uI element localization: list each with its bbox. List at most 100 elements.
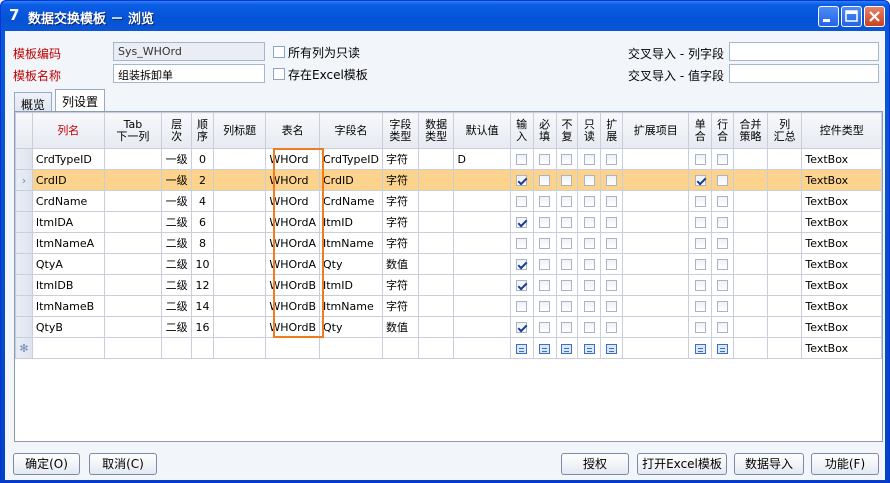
checkbox-cell[interactable] — [688, 232, 713, 254]
checkbox[interactable] — [539, 301, 551, 312]
checkbox-cell[interactable] — [509, 190, 534, 212]
field-type-cell[interactable]: 字符 — [381, 169, 419, 191]
default-value-cell[interactable] — [453, 253, 511, 275]
checkbox[interactable] — [717, 322, 729, 333]
checkbox[interactable] — [583, 259, 595, 270]
default-value-cell[interactable] — [453, 316, 511, 338]
checkbox[interactable] — [583, 238, 595, 249]
control-type-cell[interactable]: TextBox — [801, 190, 882, 212]
checkbox-cell[interactable] — [577, 148, 602, 170]
checkbox[interactable] — [606, 196, 618, 207]
checkbox[interactable] — [717, 238, 729, 249]
checkbox-cell[interactable] — [532, 295, 557, 317]
checkbox[interactable] — [606, 280, 618, 291]
data-import-button[interactable]: 数据导入 — [734, 453, 804, 475]
merge-strategy-cell[interactable] — [733, 169, 768, 191]
number-edit-icon[interactable] — [516, 343, 528, 354]
column-header[interactable]: 扩 展 — [600, 112, 624, 149]
checkbox[interactable] — [539, 154, 551, 165]
tab-overview[interactable]: 概览 — [14, 92, 53, 112]
column-header[interactable]: 列名 — [31, 112, 105, 149]
row-indicator[interactable] — [15, 190, 33, 212]
column-title-cell[interactable] — [213, 316, 267, 338]
default-value-cell[interactable] — [453, 211, 511, 233]
order-cell[interactable]: 0 — [191, 148, 215, 170]
empty-cell[interactable] — [381, 337, 419, 359]
table-row[interactable]: QtyB 二级 16 WHOrdB Qty 数值 TextBox — [15, 316, 882, 338]
field-name-cell[interactable]: Qty — [319, 316, 383, 338]
number-edit-icon[interactable] — [717, 343, 729, 354]
empty-cell[interactable]: TextBox — [801, 337, 882, 359]
numeric-button-cell[interactable] — [509, 337, 534, 359]
column-sum-cell[interactable] — [766, 274, 803, 296]
table-name-cell[interactable]: WHOrdB — [265, 316, 320, 338]
checkbox-cell[interactable] — [600, 148, 624, 170]
default-value-cell[interactable] — [453, 295, 511, 317]
table-name-cell[interactable]: WHOrd — [265, 148, 320, 170]
checkbox-cell[interactable] — [688, 274, 713, 296]
row-indicator[interactable] — [15, 148, 33, 170]
row-indicator[interactable] — [15, 295, 33, 317]
field-name-cell[interactable]: CrdID — [319, 169, 383, 191]
column-name-cell[interactable]: ItmIDA — [31, 211, 105, 233]
control-type-cell[interactable]: TextBox — [801, 211, 882, 233]
checkbox[interactable] — [694, 196, 706, 207]
row-indicator[interactable] — [15, 232, 33, 254]
column-header[interactable]: 列 汇总 — [766, 112, 803, 149]
checkbox-cell[interactable] — [555, 211, 579, 233]
row-indicator[interactable]: ✻ — [15, 337, 33, 359]
extension-item-cell[interactable] — [622, 169, 690, 191]
checkbox-cell[interactable] — [688, 316, 713, 338]
ok-button[interactable]: 确定(O) — [13, 453, 80, 475]
checkbox-cell[interactable] — [577, 169, 602, 191]
checkbox-cell[interactable] — [555, 274, 579, 296]
checkbox-cell[interactable] — [688, 211, 713, 233]
order-cell[interactable]: 16 — [191, 316, 215, 338]
data-type-cell[interactable] — [417, 274, 455, 296]
merge-strategy-cell[interactable] — [733, 148, 768, 170]
checkbox-cell[interactable] — [688, 169, 713, 191]
checkbox-cell[interactable] — [600, 274, 624, 296]
new-row[interactable]: ✻ TextBox — [15, 337, 882, 359]
grant-button[interactable]: 授权 — [561, 453, 629, 475]
table-row[interactable]: ItmIDA 二级 6 WHOrdA ItmID 字符 TextBox — [15, 211, 882, 233]
column-sum-cell[interactable] — [766, 211, 803, 233]
level-cell[interactable]: 二级 — [161, 211, 193, 233]
level-cell[interactable]: 二级 — [161, 232, 193, 254]
control-type-cell[interactable]: TextBox — [801, 148, 882, 170]
table-name-cell[interactable]: WHOrdA — [265, 211, 320, 233]
row-indicator[interactable] — [15, 274, 33, 296]
checkbox[interactable] — [561, 196, 573, 207]
checkbox[interactable] — [694, 259, 706, 270]
field-name-cell[interactable]: ItmID — [319, 211, 383, 233]
column-name-cell[interactable]: QtyA — [31, 253, 105, 275]
checkbox-cell[interactable] — [711, 148, 735, 170]
column-header[interactable]: 顺 序 — [191, 112, 215, 149]
checkbox-cell[interactable] — [711, 295, 735, 317]
checkbox[interactable] — [516, 259, 528, 270]
empty-cell[interactable] — [213, 337, 267, 359]
field-name-cell[interactable]: CrdTypeID — [319, 148, 383, 170]
column-title-cell[interactable] — [213, 211, 267, 233]
table-name-cell[interactable]: WHOrdA — [265, 232, 320, 254]
field-type-cell[interactable]: 字符 — [381, 211, 419, 233]
checkbox[interactable] — [717, 196, 729, 207]
checkbox-cell[interactable] — [711, 211, 735, 233]
column-header[interactable]: 合并 策略 — [733, 112, 768, 149]
control-type-cell[interactable]: TextBox — [801, 274, 882, 296]
checkbox-cell[interactable] — [509, 232, 534, 254]
checkbox[interactable] — [694, 280, 706, 291]
checkbox-cell[interactable] — [711, 169, 735, 191]
checkbox[interactable] — [539, 175, 551, 186]
default-value-cell[interactable] — [453, 190, 511, 212]
tab-next-cell[interactable] — [103, 232, 163, 254]
checkbox[interactable] — [516, 175, 528, 186]
table-row[interactable]: QtyA 二级 10 WHOrdA Qty 数值 TextBox — [15, 253, 882, 275]
checkbox[interactable] — [539, 259, 551, 270]
checkbox[interactable] — [717, 301, 729, 312]
merge-strategy-cell[interactable] — [733, 295, 768, 317]
checkbox[interactable] — [583, 217, 595, 228]
numeric-button-cell[interactable] — [711, 337, 735, 359]
checkbox[interactable] — [717, 280, 729, 291]
checkbox-cell[interactable] — [509, 316, 534, 338]
